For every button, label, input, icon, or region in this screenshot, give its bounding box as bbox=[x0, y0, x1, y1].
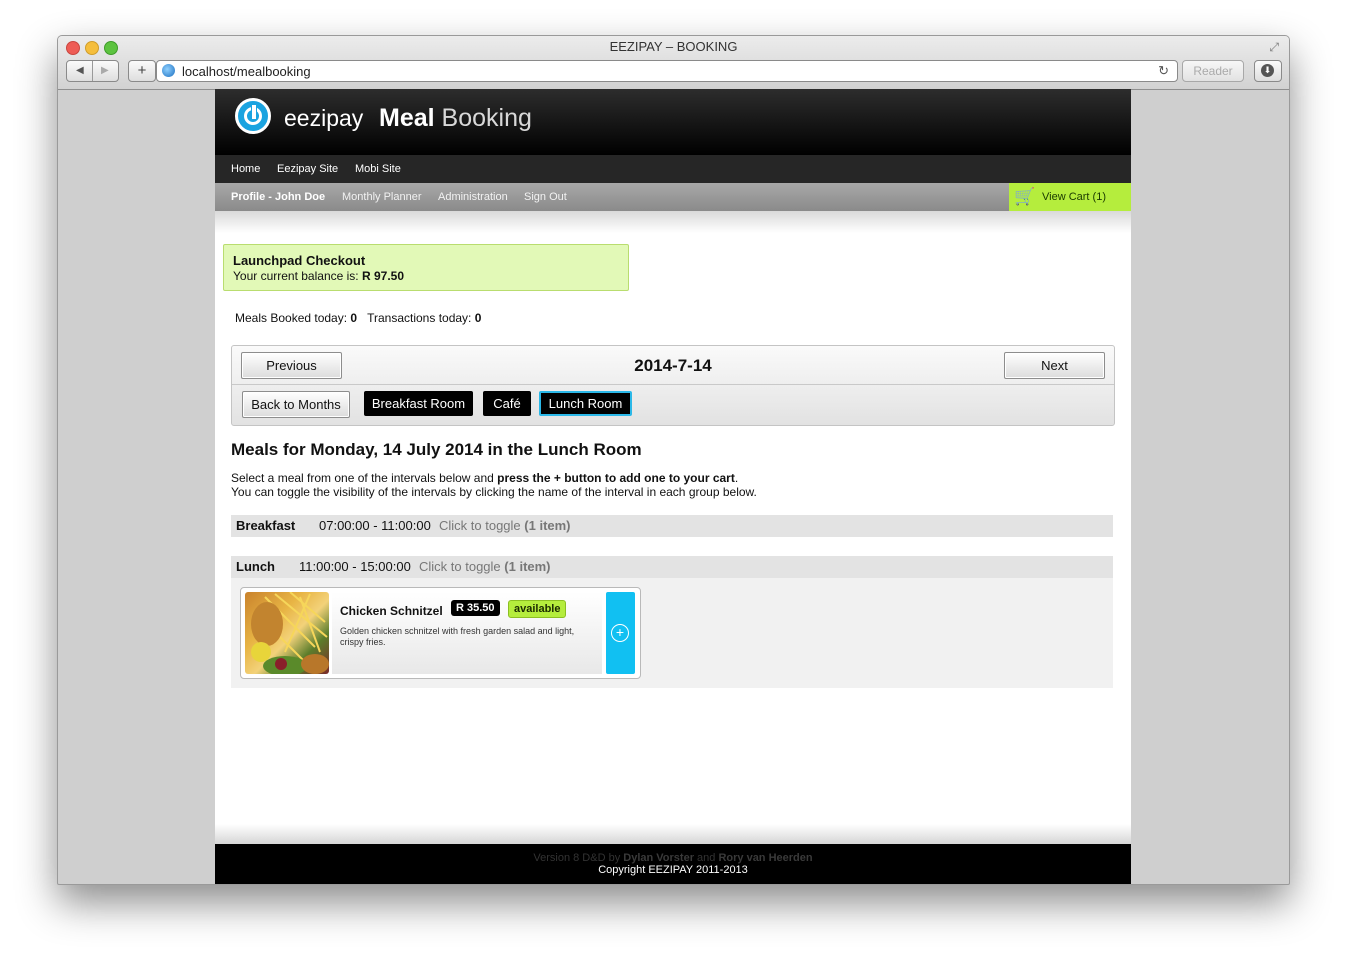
interval-lunch[interactable]: Lunch 11:00:00 - 15:00:00 Click to toggl… bbox=[231, 556, 1113, 578]
primary-menu: Home Eezipay Site Mobi Site bbox=[215, 155, 1131, 183]
history-buttons: ◀ ▶ bbox=[66, 60, 119, 82]
interval-toggle[interactable]: Click to toggle (1 item) bbox=[419, 556, 551, 578]
back-icon[interactable]: ◀ bbox=[76, 65, 84, 76]
app-title-bold: Meal bbox=[379, 104, 435, 132]
plus-circle-icon: + bbox=[611, 624, 629, 642]
tab-lunch-room[interactable]: Lunch Room bbox=[539, 391, 632, 416]
menu-mobi-site[interactable]: Mobi Site bbox=[355, 163, 401, 175]
interval-toggle[interactable]: Click to toggle (1 item) bbox=[439, 515, 571, 537]
copyright: Copyright EEZIPAY 2011-2013 bbox=[598, 864, 748, 876]
meal-name: Chicken Schnitzel bbox=[340, 604, 443, 618]
download-icon: ⬇ bbox=[1261, 64, 1274, 77]
meals-heading: Meals for Monday, 14 July 2014 in the Lu… bbox=[231, 440, 642, 459]
transactions-value: 0 bbox=[474, 311, 482, 325]
site-footer: Version 8 D&D by Dylan Vorster and Rory … bbox=[215, 844, 1131, 884]
interval-time: 07:00:00 - 11:00:00 bbox=[319, 518, 431, 533]
meal-photo bbox=[245, 592, 329, 674]
browser-titlebar: EEZIPAY – BOOKING ⤢ ◀ ▶ + localhost/meal… bbox=[58, 36, 1289, 90]
transactions-label: Transactions today: bbox=[367, 311, 475, 325]
and-text: and bbox=[693, 852, 719, 864]
instructions-text-2: You can toggle the visibility of the int… bbox=[231, 485, 757, 499]
logo-bar bbox=[251, 104, 257, 120]
back-to-months-button[interactable]: Back to Months bbox=[242, 391, 350, 418]
downloads-button[interactable]: ⬇ bbox=[1254, 60, 1282, 82]
meal-photo-art bbox=[251, 592, 329, 674]
instructions-emphasis: press the + button to add one to your ca… bbox=[497, 471, 735, 485]
interval-time: 11:00:00 - 15:00:00 bbox=[299, 559, 411, 574]
app-title-light: Booking bbox=[441, 104, 532, 132]
interval-breakfast[interactable]: Breakfast 07:00:00 - 11:00:00 Click to t… bbox=[231, 515, 1113, 537]
status-badge: available bbox=[508, 600, 567, 618]
meal-description: Golden chicken schnitzel with fresh gard… bbox=[340, 626, 575, 647]
interval-name[interactable]: Breakfast bbox=[236, 515, 295, 537]
app-title: Meal Booking bbox=[379, 104, 532, 133]
eezipay-logo-icon[interactable] bbox=[235, 98, 271, 134]
address-bar[interactable]: localhost/mealbooking ↻ bbox=[156, 60, 1178, 82]
menu-shadow bbox=[215, 211, 1131, 233]
add-bookmark-button[interactable]: + bbox=[128, 60, 156, 82]
forward-icon[interactable]: ▶ bbox=[101, 65, 109, 76]
instructions-text-1: Select a meal from one of the intervals … bbox=[231, 471, 498, 485]
price-badge: R 35.50 bbox=[451, 600, 500, 616]
footer-shadow bbox=[215, 824, 1131, 844]
meals-booked-label: Meals Booked today: bbox=[235, 311, 351, 325]
balance-box: Launchpad Checkout Your current balance … bbox=[223, 244, 629, 291]
balance-prefix: Your current balance is: bbox=[233, 269, 362, 283]
menu-sign-out[interactable]: Sign Out bbox=[524, 191, 567, 203]
globe-icon bbox=[162, 64, 175, 77]
version-text: Version 8 D&D by bbox=[533, 852, 624, 864]
brand-name: eezipay bbox=[284, 105, 364, 131]
secondary-menu: Profile - John Doe Monthly Planner Admin… bbox=[215, 183, 1131, 211]
balance-title: Launchpad Checkout bbox=[233, 253, 366, 268]
balance-line: Your current balance is: R 97.50 bbox=[233, 269, 404, 283]
next-button[interactable]: Next bbox=[1004, 352, 1105, 379]
meal-info: Chicken Schnitzel R 35.50 available Gold… bbox=[332, 592, 602, 674]
menu-profile[interactable]: Profile - John Doe bbox=[231, 191, 325, 203]
meals-booked-value: 0 bbox=[350, 311, 358, 325]
item-count: (1 item) bbox=[504, 559, 551, 574]
view-cart-button[interactable]: 🛒 View Cart (1) bbox=[1009, 183, 1131, 211]
version-line: Version 8 D&D by Dylan Vorster and Rory … bbox=[215, 852, 1131, 864]
instructions-period: . bbox=[734, 471, 739, 485]
menu-administration[interactable]: Administration bbox=[438, 191, 508, 203]
url-text[interactable]: localhost/mealbooking bbox=[182, 64, 311, 79]
menu-home[interactable]: Home bbox=[231, 163, 260, 175]
author-1: Dylan Vorster bbox=[623, 852, 694, 864]
tab-breakfast-room[interactable]: Breakfast Room bbox=[364, 391, 473, 416]
author-2: Rory van Heerden bbox=[718, 852, 813, 864]
balance-amount: R 97.50 bbox=[361, 269, 404, 283]
menu-monthly-planner[interactable]: Monthly Planner bbox=[342, 191, 422, 203]
tab-cafe[interactable]: Café bbox=[483, 391, 531, 416]
web-page: eezipay Meal Booking Home Eezipay Site M… bbox=[215, 89, 1131, 884]
fullscreen-icon[interactable]: ⤢ bbox=[1269, 40, 1279, 55]
reload-icon[interactable]: ↻ bbox=[1158, 63, 1169, 79]
history-divider bbox=[92, 61, 93, 81]
reader-button[interactable]: Reader bbox=[1182, 60, 1244, 82]
window-title: EEZIPAY – BOOKING bbox=[609, 39, 738, 54]
meal-card: Chicken Schnitzel R 35.50 available Gold… bbox=[240, 587, 641, 679]
cart-icon: 🛒 bbox=[1014, 187, 1036, 206]
day-navigator: Previous 2014-7-14 Next Back to Months B… bbox=[231, 345, 1115, 426]
browser-window: EEZIPAY – BOOKING ⤢ ◀ ▶ + localhost/meal… bbox=[57, 35, 1290, 885]
daily-stats: Meals Booked today: 0 Transactions today… bbox=[235, 311, 481, 325]
item-count: (1 item) bbox=[524, 518, 571, 533]
menu-eezipay-site[interactable]: Eezipay Site bbox=[277, 163, 338, 175]
add-to-cart-button[interactable]: + bbox=[606, 592, 635, 674]
day-nav-divider bbox=[232, 384, 1114, 385]
toggle-hint: Click to toggle bbox=[439, 518, 521, 533]
site-header: eezipay Meal Booking bbox=[215, 89, 1131, 155]
toggle-hint: Click to toggle bbox=[419, 559, 501, 574]
instructions: Select a meal from one of the intervals … bbox=[231, 471, 757, 499]
current-date: 2014-7-14 bbox=[634, 356, 712, 375]
interval-name[interactable]: Lunch bbox=[236, 556, 275, 578]
cart-label: View Cart (1) bbox=[1042, 191, 1106, 203]
